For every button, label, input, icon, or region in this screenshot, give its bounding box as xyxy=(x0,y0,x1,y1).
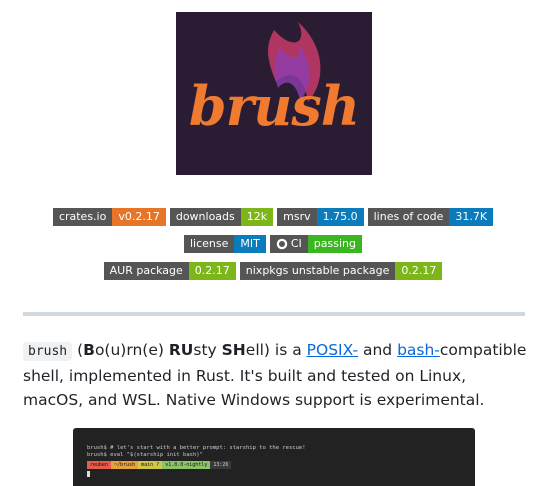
badge-value: 0.2.17 xyxy=(188,262,236,280)
posix-link[interactable]: POSIX- xyxy=(307,341,358,359)
text: ell) is a xyxy=(245,341,307,359)
badge-label: msrv xyxy=(277,208,317,226)
text: ( xyxy=(72,341,84,359)
intro-paragraph: brush (Bo(u)rn(e) RUsty SHell) is a POSI… xyxy=(23,338,528,412)
prompt-dir: ~/brush xyxy=(111,461,139,469)
lines-of-code-badge[interactable]: lines of code 31.7K xyxy=(367,208,494,226)
badge-label: AUR package xyxy=(103,262,189,280)
badge-label: CI xyxy=(290,237,302,250)
badge-value: 0.2.17 xyxy=(395,262,443,280)
github-icon xyxy=(276,238,288,250)
nixpkgs-badge[interactable]: nixpkgs unstable package 0.2.17 xyxy=(239,262,443,280)
bold-text: SH xyxy=(221,341,246,359)
badge-value: MIT xyxy=(234,235,266,253)
badge-label: crates.io xyxy=(52,208,113,226)
badge-label: downloads xyxy=(169,208,241,226)
bold-text: B xyxy=(83,341,95,359)
badge-row-1: crates.io v0.2.17 downloads 12k msrv 1.7… xyxy=(0,208,546,226)
prompt-version: v1.0.0-nightly xyxy=(162,461,211,469)
badge-value: passing xyxy=(307,235,362,253)
bash-link[interactable]: bash- xyxy=(397,341,440,359)
terminal-cursor xyxy=(87,471,90,477)
badge-value: 31.7K xyxy=(449,208,494,226)
text: o(u)rn(e) xyxy=(94,341,169,359)
downloads-badge[interactable]: downloads 12k xyxy=(169,208,274,226)
badge-label: license xyxy=(183,235,235,253)
inline-code: brush xyxy=(23,342,73,361)
text: sty xyxy=(193,341,222,359)
badge-label: nixpkgs unstable package xyxy=(239,262,396,280)
ci-badge[interactable]: CI passing xyxy=(269,235,362,253)
badge-label-wrap: CI xyxy=(269,235,308,253)
badge-value: 1.75.0 xyxy=(316,208,364,226)
section-divider xyxy=(23,312,525,316)
terminal-line: brush$ # let's start with a better promp… xyxy=(87,445,306,451)
msrv-badge[interactable]: msrv 1.75.0 xyxy=(277,208,364,226)
terminal-prompt: reuben ~/brush main ? v1.0.0-nightly 13:26 xyxy=(87,461,232,469)
badge-row-2: license MIT CI passing xyxy=(0,235,546,253)
prompt-user: reuben xyxy=(87,461,112,469)
badge-label: lines of code xyxy=(367,208,450,226)
bold-text: RU xyxy=(168,341,194,359)
badge-row-3: AUR package 0.2.17 nixpkgs unstable pack… xyxy=(0,262,546,280)
logo-text: brush xyxy=(188,74,360,138)
brush-logo: brush xyxy=(176,12,372,175)
prompt-time: 13:26 xyxy=(210,461,232,469)
badge-value: v0.2.17 xyxy=(112,208,166,226)
crates-io-badge[interactable]: crates.io v0.2.17 xyxy=(52,208,166,226)
prompt-git: main ? xyxy=(138,461,163,469)
text: and xyxy=(358,341,398,359)
terminal-line: brush$ eval "$(starship init bash)" xyxy=(87,452,203,458)
aur-badge[interactable]: AUR package 0.2.17 xyxy=(103,262,236,280)
badge-value: 12k xyxy=(240,208,274,226)
terminal-screenshot: brush$ # let's start with a better promp… xyxy=(73,428,475,486)
license-badge[interactable]: license MIT xyxy=(183,235,266,253)
